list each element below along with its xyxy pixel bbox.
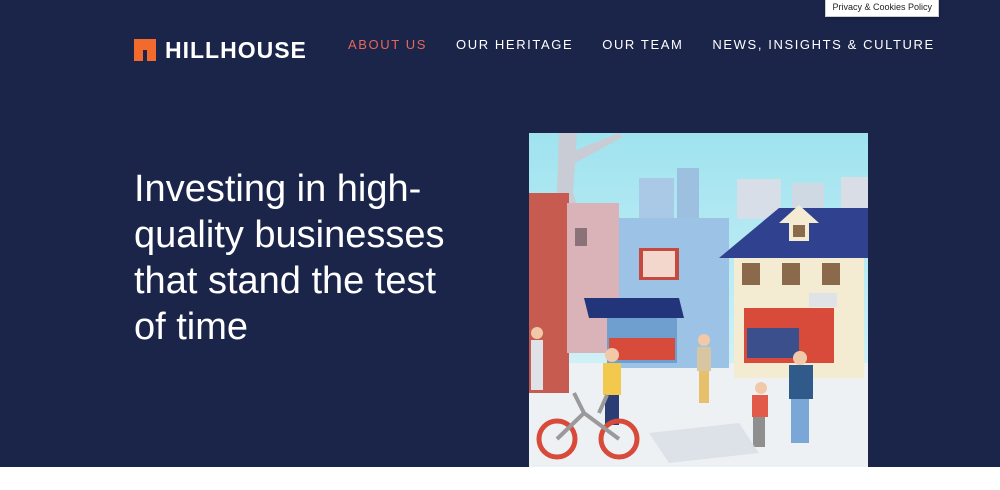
logo[interactable]: HILLHOUSE (134, 38, 307, 62)
nav-our-heritage[interactable]: OUR HERITAGE (456, 38, 573, 52)
hero-illustration (529, 133, 868, 467)
nav-about-us[interactable]: ABOUT US (348, 38, 427, 52)
nav-news-insights-culture[interactable]: NEWS, INSIGHTS & CULTURE (712, 38, 934, 52)
nav-our-team[interactable]: OUR TEAM (602, 38, 683, 52)
hero-section: HILLHOUSE ABOUT US OUR HERITAGE OUR TEAM… (0, 0, 1000, 467)
brand-name: HILLHOUSE (165, 37, 307, 63)
hillhouse-logo-icon (134, 39, 156, 61)
main-nav: ABOUT US OUR HERITAGE OUR TEAM NEWS, INS… (348, 38, 964, 52)
privacy-cookies-link[interactable]: Privacy & Cookies Policy (825, 0, 939, 17)
hero-headline: Investing in high-quality businesses tha… (134, 168, 445, 348)
